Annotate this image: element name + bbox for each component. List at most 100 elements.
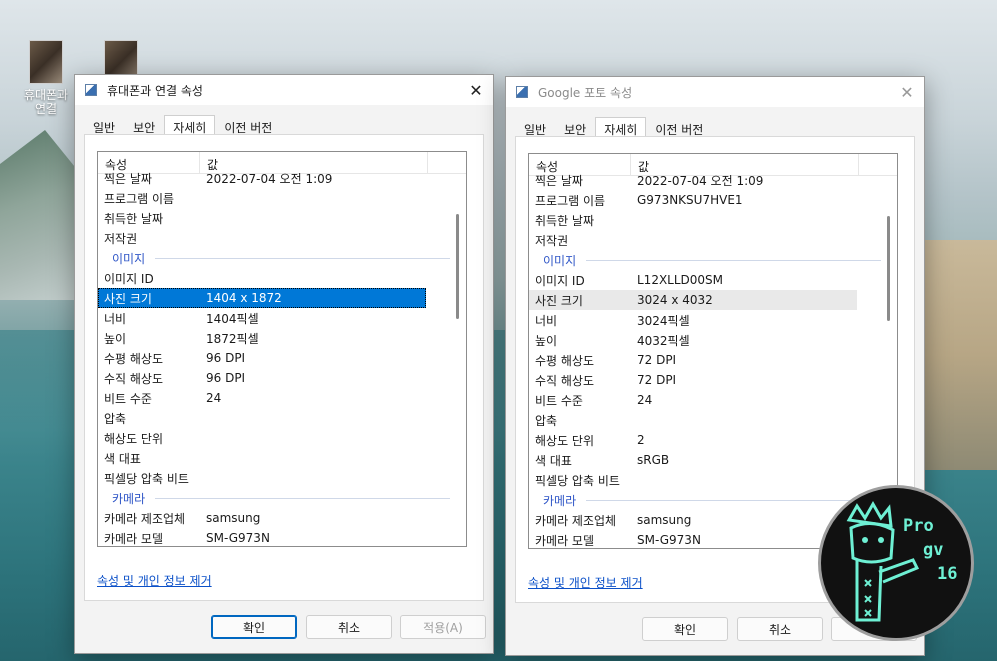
property-name: 카메라 제조업체 bbox=[535, 513, 617, 528]
properties-dialog-phone-link: 휴대폰과 연결 속성 ✕ 일반 보안 자세히 이전 버전 속성 값 찍은 날짜 2… bbox=[74, 74, 494, 654]
property-row[interactable]: 해상도 단위 bbox=[98, 428, 466, 448]
logo-text-line2: gv bbox=[923, 540, 944, 560]
property-name: 압축 bbox=[104, 411, 127, 426]
property-row[interactable]: 사진 크기 3024 x 4032 bbox=[529, 290, 857, 310]
property-row[interactable]: 취득한 날짜 bbox=[98, 208, 466, 228]
title-bar[interactable]: 휴대폰과 연결 속성 ✕ bbox=[75, 75, 493, 105]
group-header-row[interactable]: 이미지 bbox=[529, 250, 897, 270]
property-value: 24 bbox=[637, 393, 653, 407]
property-name: 수평 해상도 bbox=[104, 351, 164, 366]
property-row[interactable]: 찍은 날짜 2022-07-04 오전 1:09 bbox=[98, 168, 466, 188]
details-pane: 속성 값 찍은 날짜 2022-07-04 오전 1:09 프로그램 이름 취득한 날… bbox=[84, 134, 484, 601]
group-header-row[interactable]: 이미지 bbox=[98, 248, 466, 268]
property-row[interactable]: 색 대표 sRGB bbox=[529, 450, 897, 470]
property-row[interactable]: 색 대표 bbox=[98, 448, 466, 468]
property-row[interactable]: 카메라 제조업체 samsung bbox=[98, 508, 466, 528]
property-name: 프로그램 이름 bbox=[535, 193, 606, 208]
close-icon: ✕ bbox=[469, 80, 483, 100]
file-properties-icon bbox=[85, 84, 97, 96]
group-header-row[interactable]: 카메라 bbox=[98, 488, 466, 508]
property-name: 픽셀당 압축 비트 bbox=[104, 471, 189, 486]
property-row[interactable]: 수직 해상도 96 DPI bbox=[98, 368, 466, 388]
desktop-icon-phone-link[interactable]: 휴대폰과 연결 bbox=[18, 40, 74, 116]
ok-button[interactable]: 확인 bbox=[211, 615, 297, 639]
property-row[interactable]: 찍은 날짜 2022-07-04 오전 1:09 bbox=[529, 170, 897, 190]
property-name: 수평 해상도 bbox=[535, 353, 595, 368]
property-name: 사진 크기 bbox=[535, 293, 583, 308]
property-name: 색 대표 bbox=[535, 453, 572, 468]
property-row[interactable]: 이미지 ID L12XLLD00SM bbox=[529, 270, 897, 290]
property-row[interactable]: 프로그램 이름 G973NKSU7HVE1 bbox=[529, 190, 897, 210]
property-name: 저작권 bbox=[104, 231, 138, 246]
group-header-label: 카메라 bbox=[543, 493, 577, 508]
close-icon: ✕ bbox=[900, 82, 914, 102]
progv16-watermark-logo: Pro gv 16 bbox=[818, 485, 974, 641]
property-row[interactable]: 비트 수준 24 bbox=[98, 388, 466, 408]
property-value: SM-G973N bbox=[206, 531, 270, 545]
property-value: 96 DPI bbox=[206, 351, 246, 365]
property-name: 찍은 날짜 bbox=[535, 173, 583, 188]
property-name: 취득한 날짜 bbox=[104, 211, 164, 226]
property-name: 해상도 단위 bbox=[535, 433, 595, 448]
property-value: 2022-07-04 오전 1:09 bbox=[206, 171, 333, 186]
group-header-label: 카메라 bbox=[112, 491, 146, 506]
property-row[interactable]: 카메라 모델 SM-G973N bbox=[98, 528, 466, 546]
property-row[interactable]: 픽셀당 압축 비트 bbox=[529, 470, 897, 490]
property-name: 이미지 ID bbox=[104, 271, 154, 286]
group-divider bbox=[586, 259, 889, 261]
property-name: 이미지 ID bbox=[535, 273, 585, 288]
property-value: 24 bbox=[206, 391, 222, 405]
property-row[interactable]: 높이 1872픽셀 bbox=[98, 328, 466, 348]
property-row[interactable]: 압축 bbox=[529, 410, 897, 430]
vertical-scrollbar[interactable] bbox=[450, 174, 466, 546]
property-row[interactable]: 수평 해상도 72 DPI bbox=[529, 350, 897, 370]
group-header-label: 이미지 bbox=[112, 251, 146, 266]
scrollbar-thumb[interactable] bbox=[456, 214, 459, 319]
property-name: 색 대표 bbox=[104, 451, 141, 466]
property-row[interactable]: 저작권 bbox=[98, 228, 466, 248]
property-name: 높이 bbox=[535, 333, 558, 348]
property-list[interactable]: 속성 값 찍은 날짜 2022-07-04 오전 1:09 프로그램 이름 취득한 날… bbox=[97, 151, 467, 547]
property-name: 너비 bbox=[104, 311, 127, 326]
logo-text-line1: Pro bbox=[903, 516, 934, 536]
close-button[interactable]: ✕ bbox=[459, 75, 493, 105]
property-row[interactable]: 압축 bbox=[98, 408, 466, 428]
property-name: 사진 크기 bbox=[104, 291, 152, 306]
property-row[interactable]: 픽셀당 압축 비트 bbox=[98, 468, 466, 488]
property-row[interactable]: 너비 3024픽셀 bbox=[529, 310, 897, 330]
close-button[interactable]: ✕ bbox=[890, 77, 924, 107]
cancel-button[interactable]: 취소 bbox=[306, 615, 392, 639]
property-name: 카메라 모델 bbox=[535, 533, 595, 548]
remove-properties-link[interactable]: 속성 및 개인 정보 제거 bbox=[528, 574, 643, 591]
apply-button[interactable]: 적용(A) bbox=[400, 615, 486, 639]
property-name: 압축 bbox=[535, 413, 558, 428]
file-properties-icon bbox=[516, 86, 528, 98]
property-row[interactable]: 수평 해상도 96 DPI bbox=[98, 348, 466, 368]
property-row[interactable]: 수직 해상도 72 DPI bbox=[529, 370, 897, 390]
property-name: 너비 bbox=[535, 313, 558, 328]
property-row[interactable]: 프로그램 이름 bbox=[98, 188, 466, 208]
property-row[interactable]: 사진 크기 1404 x 1872 bbox=[98, 288, 426, 308]
remove-properties-link[interactable]: 속성 및 개인 정보 제거 bbox=[97, 572, 212, 589]
property-name: 취득한 날짜 bbox=[535, 213, 595, 228]
cancel-button[interactable]: 취소 bbox=[737, 617, 823, 641]
property-value: 2 bbox=[637, 433, 645, 447]
property-value: L12XLLD00SM bbox=[637, 273, 724, 287]
property-row[interactable]: 이미지 ID bbox=[98, 268, 466, 288]
property-row[interactable]: 저작권 bbox=[529, 230, 897, 250]
property-row[interactable]: 너비 1404픽셀 bbox=[98, 308, 466, 328]
desktop-reeds bbox=[919, 240, 997, 470]
property-name: 비트 수준 bbox=[535, 393, 583, 408]
logo-text-line3: 16 bbox=[937, 564, 958, 584]
property-value: 72 DPI bbox=[637, 373, 677, 387]
scrollbar-thumb[interactable] bbox=[887, 216, 890, 321]
title-bar[interactable]: Google 포토 속성 ✕ bbox=[506, 77, 924, 107]
property-row[interactable]: 해상도 단위 2 bbox=[529, 430, 897, 450]
property-row[interactable]: 비트 수준 24 bbox=[529, 390, 897, 410]
group-divider bbox=[155, 257, 458, 259]
property-name: 찍은 날짜 bbox=[104, 171, 152, 186]
property-row[interactable]: 높이 4032픽셀 bbox=[529, 330, 897, 350]
property-name: 카메라 제조업체 bbox=[104, 511, 186, 526]
ok-button[interactable]: 확인 bbox=[642, 617, 728, 641]
property-row[interactable]: 취득한 날짜 bbox=[529, 210, 897, 230]
